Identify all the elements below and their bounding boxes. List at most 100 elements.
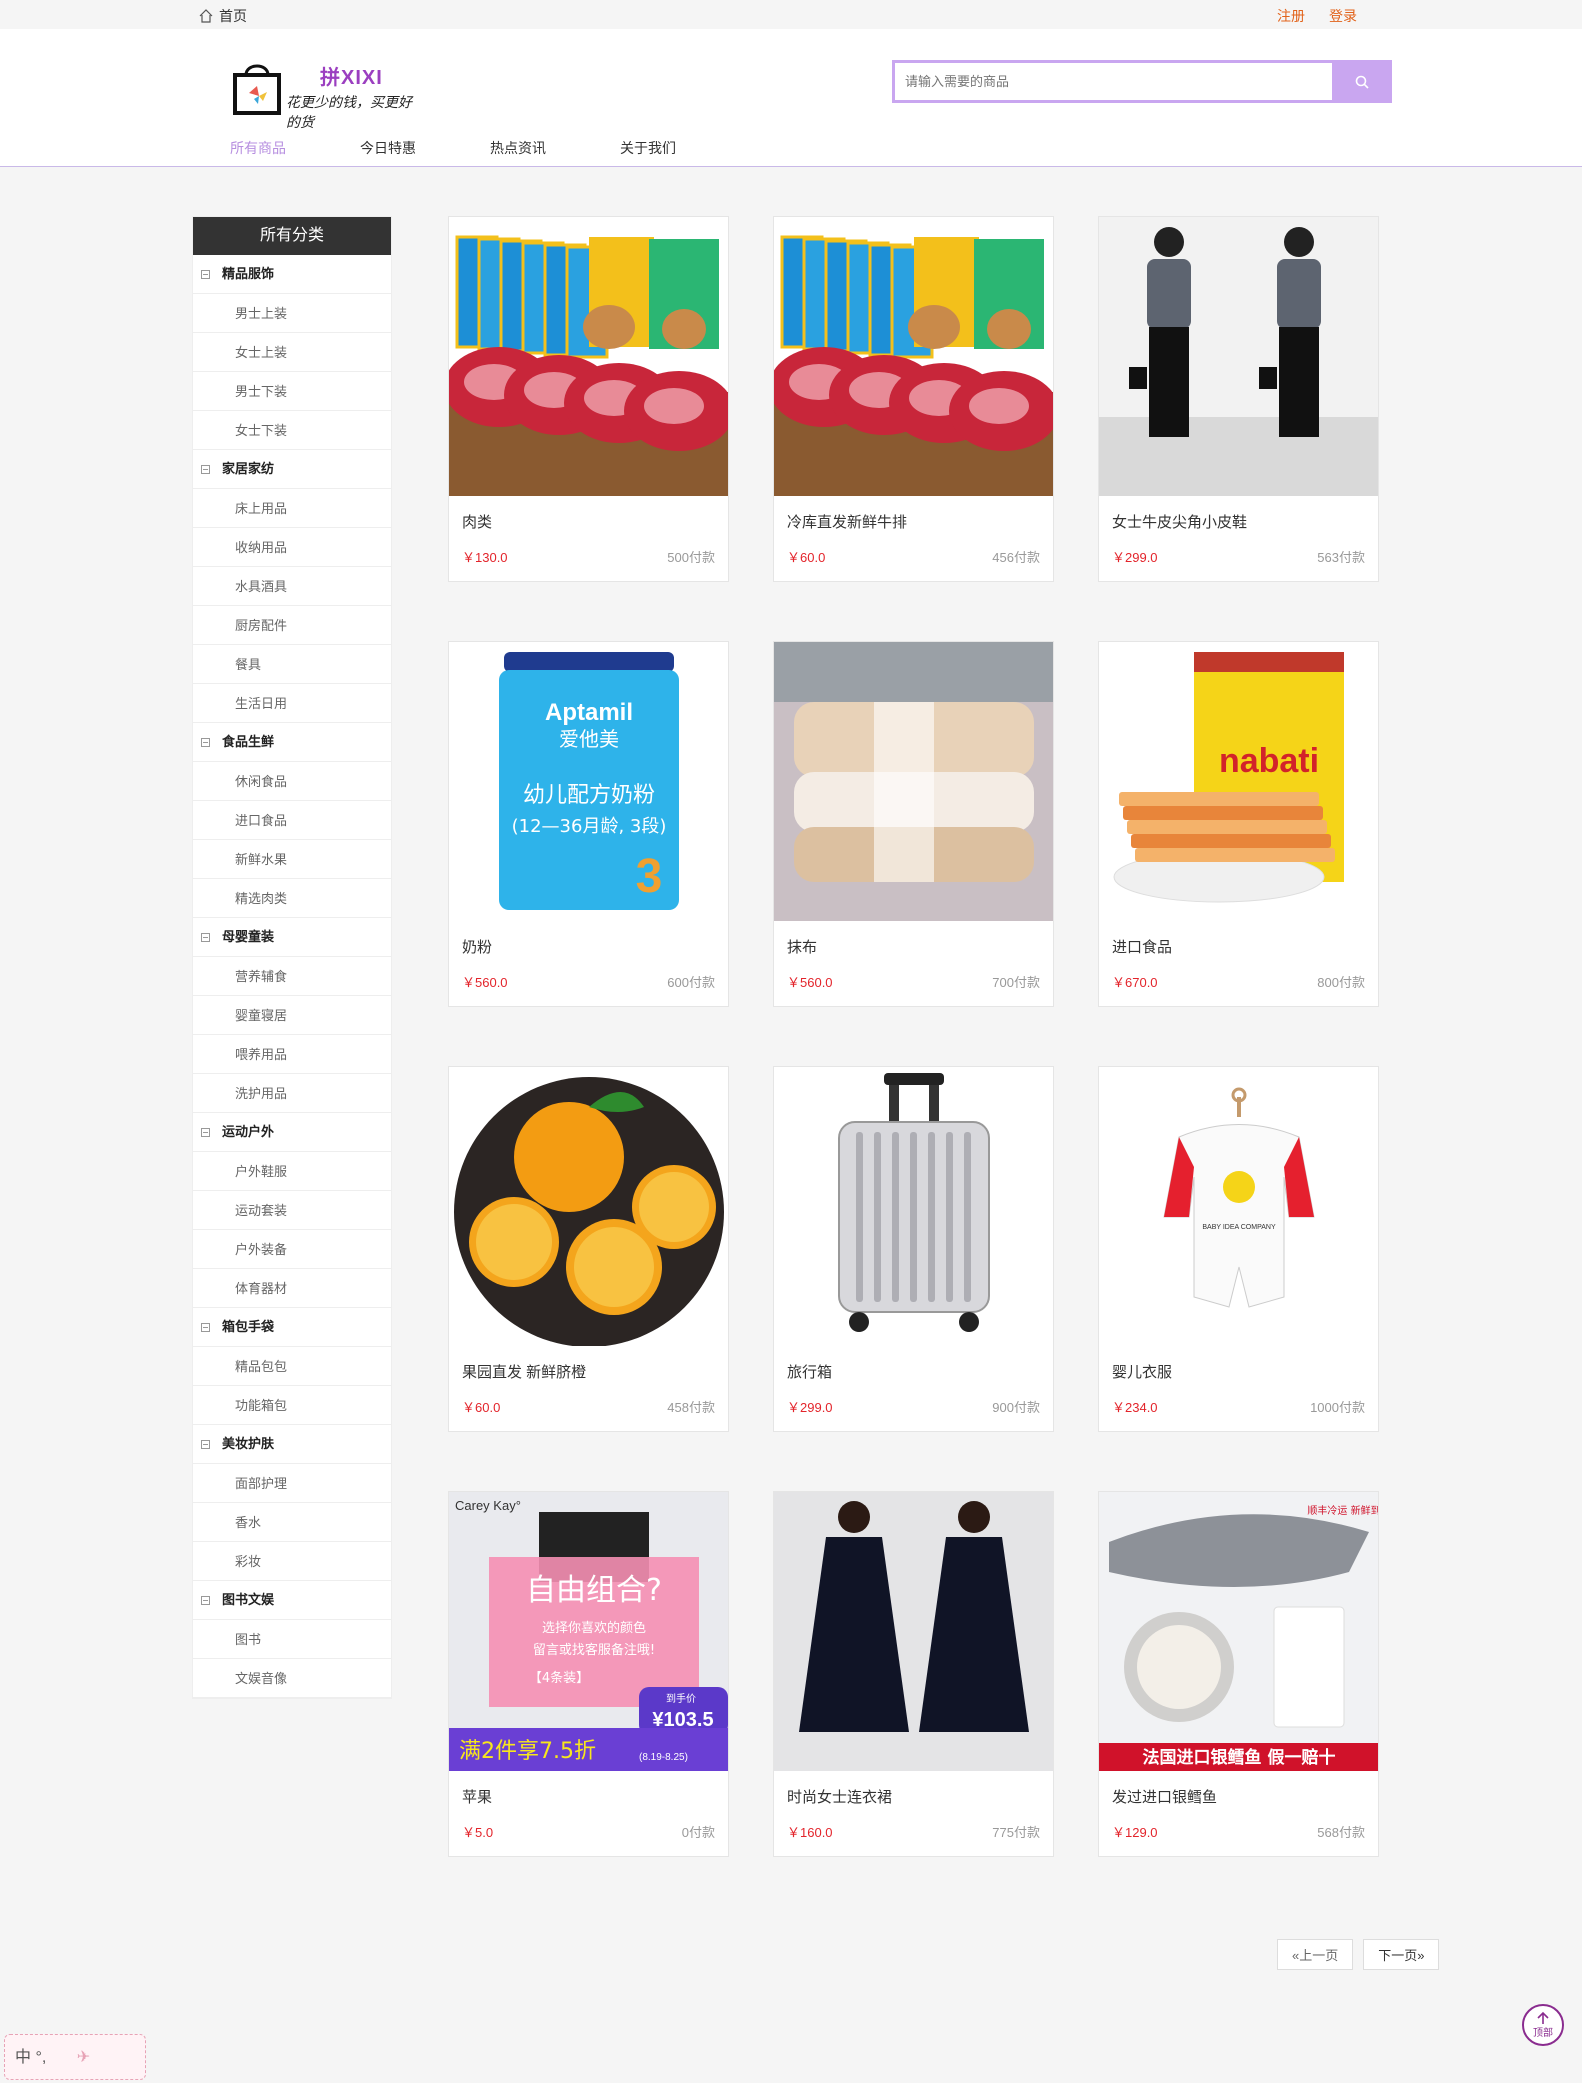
product-card[interactable]: 旅行箱 ￥299.0 900付款 <box>773 1066 1054 1432</box>
product-name[interactable]: 奶粉 <box>462 936 492 957</box>
nav-hot-news[interactable]: 热点资讯 <box>490 138 620 158</box>
baby-clothes-image[interactable]: BABY IDEA COMPANY <box>1099 1067 1378 1346</box>
product-name[interactable]: 婴儿衣服 <box>1112 1361 1172 1382</box>
fashion-image[interactable] <box>1099 217 1378 496</box>
sidebar-category-label: 美妆护肤 <box>222 1436 275 1451</box>
product-name[interactable]: 肉类 <box>462 511 492 532</box>
orange-image[interactable] <box>449 1067 728 1346</box>
login-link[interactable]: 登录 <box>1329 6 1357 26</box>
search-input[interactable] <box>892 60 1332 103</box>
sidebar-subcategory[interactable]: 香水 <box>193 1503 391 1542</box>
quilt-image[interactable] <box>774 642 1053 921</box>
sidebar-category[interactable]: 精品服饰 <box>193 255 391 294</box>
ad-image[interactable]: Carey Kay° 自由组合? 选择你喜欢的颜色 留言或找客服备注哦! 【4条… <box>449 1492 728 1771</box>
nav-about-us[interactable]: 关于我们 <box>620 138 750 158</box>
nav-daily-deals[interactable]: 今日特惠 <box>360 138 490 158</box>
sidebar-category[interactable]: 图书文娱 <box>193 1581 391 1620</box>
sidebar-subcategory[interactable]: 精选肉类 <box>193 879 391 918</box>
next-page-button[interactable]: 下一页» <box>1363 1939 1440 1970</box>
fish-image[interactable]: 法国进口银鳕鱼 假一赔十 顺丰冷运 新鲜到家 <box>1099 1492 1378 1771</box>
sidebar-category[interactable]: 运动户外 <box>193 1113 391 1152</box>
sidebar-subcategory[interactable]: 户外鞋服 <box>193 1152 391 1191</box>
sidebar-subcategory[interactable]: 图书 <box>193 1620 391 1659</box>
sidebar-subcategory[interactable]: 女士下装 <box>193 411 391 450</box>
sidebar-subcategory[interactable]: 喂养用品 <box>193 1035 391 1074</box>
product-sold-count: 900付款 <box>992 1400 1040 1415</box>
product-name[interactable]: 冷库直发新鲜牛排 <box>787 511 907 532</box>
dress-image[interactable] <box>774 1492 1053 1771</box>
product-card[interactable]: 肉类 ￥130.0 500付款 <box>448 216 729 582</box>
product-card[interactable]: 女士牛皮尖角小皮鞋 ￥299.0 563付款 <box>1098 216 1379 582</box>
product-card[interactable]: 时尚女士连衣裙 ￥160.0 775付款 <box>773 1491 1054 1857</box>
sidebar-subcategory[interactable]: 体育器材 <box>193 1269 391 1308</box>
product-name[interactable]: 女士牛皮尖角小皮鞋 <box>1112 511 1247 532</box>
sidebar-category[interactable]: 母婴童装 <box>193 918 391 957</box>
sidebar-subcategory[interactable]: 婴童寝居 <box>193 996 391 1035</box>
milk-powder-image[interactable]: Aptamil 爱他美 幼儿配方奶粉 (12—36月龄, 3段) 3 <box>449 642 728 921</box>
search-icon <box>1355 75 1369 89</box>
product-name[interactable]: 发过进口银鳕鱼 <box>1112 1786 1217 1807</box>
sidebar-subcategory[interactable]: 运动套装 <box>193 1191 391 1230</box>
steak-image[interactable] <box>774 217 1053 496</box>
sidebar-subcategory[interactable]: 床上用品 <box>193 489 391 528</box>
sidebar-subcategory[interactable]: 男士上装 <box>193 294 391 333</box>
product-sold-count: 0付款 <box>681 1825 715 1840</box>
sidebar-category-label: 家居家纺 <box>222 461 275 476</box>
sidebar-subcategory[interactable]: 男士下装 <box>193 372 391 411</box>
product-card[interactable]: 抹布 ￥560.0 700付款 <box>773 641 1054 1007</box>
sidebar-subcategory[interactable]: 户外装备 <box>193 1230 391 1269</box>
sidebar-subcategory[interactable]: 文娱音像 <box>193 1659 391 1698</box>
sidebar-subcategory[interactable]: 休闲食品 <box>193 762 391 801</box>
product-card[interactable]: 果园直发 新鲜脐橙 ￥60.0 458付款 <box>448 1066 729 1432</box>
sidebar-subcategory[interactable]: 生活日用 <box>193 684 391 723</box>
sidebar-title: 所有分类 <box>193 217 391 255</box>
sidebar-subcategory[interactable]: 进口食品 <box>193 801 391 840</box>
suitcase-image[interactable] <box>774 1067 1053 1346</box>
sidebar-category[interactable]: 食品生鲜 <box>193 723 391 762</box>
back-to-top-button[interactable]: 顶部 <box>1522 2004 1564 2046</box>
product-price: ￥299.0 <box>787 1400 833 1415</box>
sidebar-category[interactable]: 箱包手袋 <box>193 1308 391 1347</box>
sidebar-subcategory[interactable]: 营养辅食 <box>193 957 391 996</box>
product-name[interactable]: 抹布 <box>787 936 817 957</box>
product-name[interactable]: 旅行箱 <box>787 1361 832 1382</box>
steak-image[interactable] <box>449 217 728 496</box>
register-link[interactable]: 注册 <box>1277 6 1305 26</box>
wafer-image[interactable]: nabati <box>1099 642 1378 921</box>
product-card[interactable]: 法国进口银鳕鱼 假一赔十 顺丰冷运 新鲜到家 发过进口银鳕鱼 ￥129.0 56… <box>1098 1491 1379 1857</box>
prev-page-button[interactable]: «上一页 <box>1277 1939 1354 1970</box>
product-name[interactable]: 果园直发 新鲜脐橙 <box>462 1361 586 1382</box>
home-link[interactable]: 首页 <box>199 6 247 26</box>
product-card[interactable]: Carey Kay° 自由组合? 选择你喜欢的颜色 留言或找客服备注哦! 【4条… <box>448 1491 729 1857</box>
sidebar-subcategory[interactable]: 厨房配件 <box>193 606 391 645</box>
product-name[interactable]: 时尚女士连衣裙 <box>787 1786 892 1807</box>
search-button[interactable] <box>1332 60 1392 103</box>
product-price: ￥130.0 <box>462 550 508 565</box>
product-card[interactable]: nabati 进口食品 ￥670.0 800付款 <box>1098 641 1379 1007</box>
product-card[interactable]: BABY IDEA COMPANY 婴儿衣服 ￥234.0 1000付款 <box>1098 1066 1379 1432</box>
ime-indicator[interactable]: 中 °, ✈ <box>4 2034 146 2080</box>
svg-text:选择你喜欢的颜色: 选择你喜欢的颜色 <box>542 1620 646 1636</box>
product-name[interactable]: 苹果 <box>462 1786 492 1807</box>
sidebar-subcategory[interactable]: 彩妆 <box>193 1542 391 1581</box>
sidebar-subcategory[interactable]: 面部护理 <box>193 1464 391 1503</box>
nav-all-products[interactable]: 所有商品 <box>230 138 360 158</box>
sidebar-category[interactable]: 美妆护肤 <box>193 1425 391 1464</box>
product-card[interactable]: 冷库直发新鲜牛排 ￥60.0 456付款 <box>773 216 1054 582</box>
sidebar-subcategory[interactable]: 水具酒具 <box>193 567 391 606</box>
sidebar-subcategory[interactable]: 洗护用品 <box>193 1074 391 1113</box>
sidebar-subcategory[interactable]: 女士上装 <box>193 333 391 372</box>
sidebar-subcategory[interactable]: 精品包包 <box>193 1347 391 1386</box>
product-sold-count: 775付款 <box>992 1825 1040 1840</box>
sidebar-subcategory[interactable]: 功能箱包 <box>193 1386 391 1425</box>
sidebar-subcategory[interactable]: 新鲜水果 <box>193 840 391 879</box>
sidebar-subcategory[interactable]: 收纳用品 <box>193 528 391 567</box>
svg-text:到手价: 到手价 <box>666 1692 696 1705</box>
site-logo[interactable]: 拼XIXI 花更少的钱，买更好的货 <box>232 55 412 130</box>
sidebar-subcategory[interactable]: 餐具 <box>193 645 391 684</box>
product-sold-count: 568付款 <box>1317 1825 1365 1840</box>
product-card[interactable]: Aptamil 爱他美 幼儿配方奶粉 (12—36月龄, 3段) 3 奶粉 ￥5… <box>448 641 729 1007</box>
sidebar-category[interactable]: 家居家纺 <box>193 450 391 489</box>
svg-text:(8.19-8.25): (8.19-8.25) <box>639 1752 688 1763</box>
product-name[interactable]: 进口食品 <box>1112 936 1172 957</box>
